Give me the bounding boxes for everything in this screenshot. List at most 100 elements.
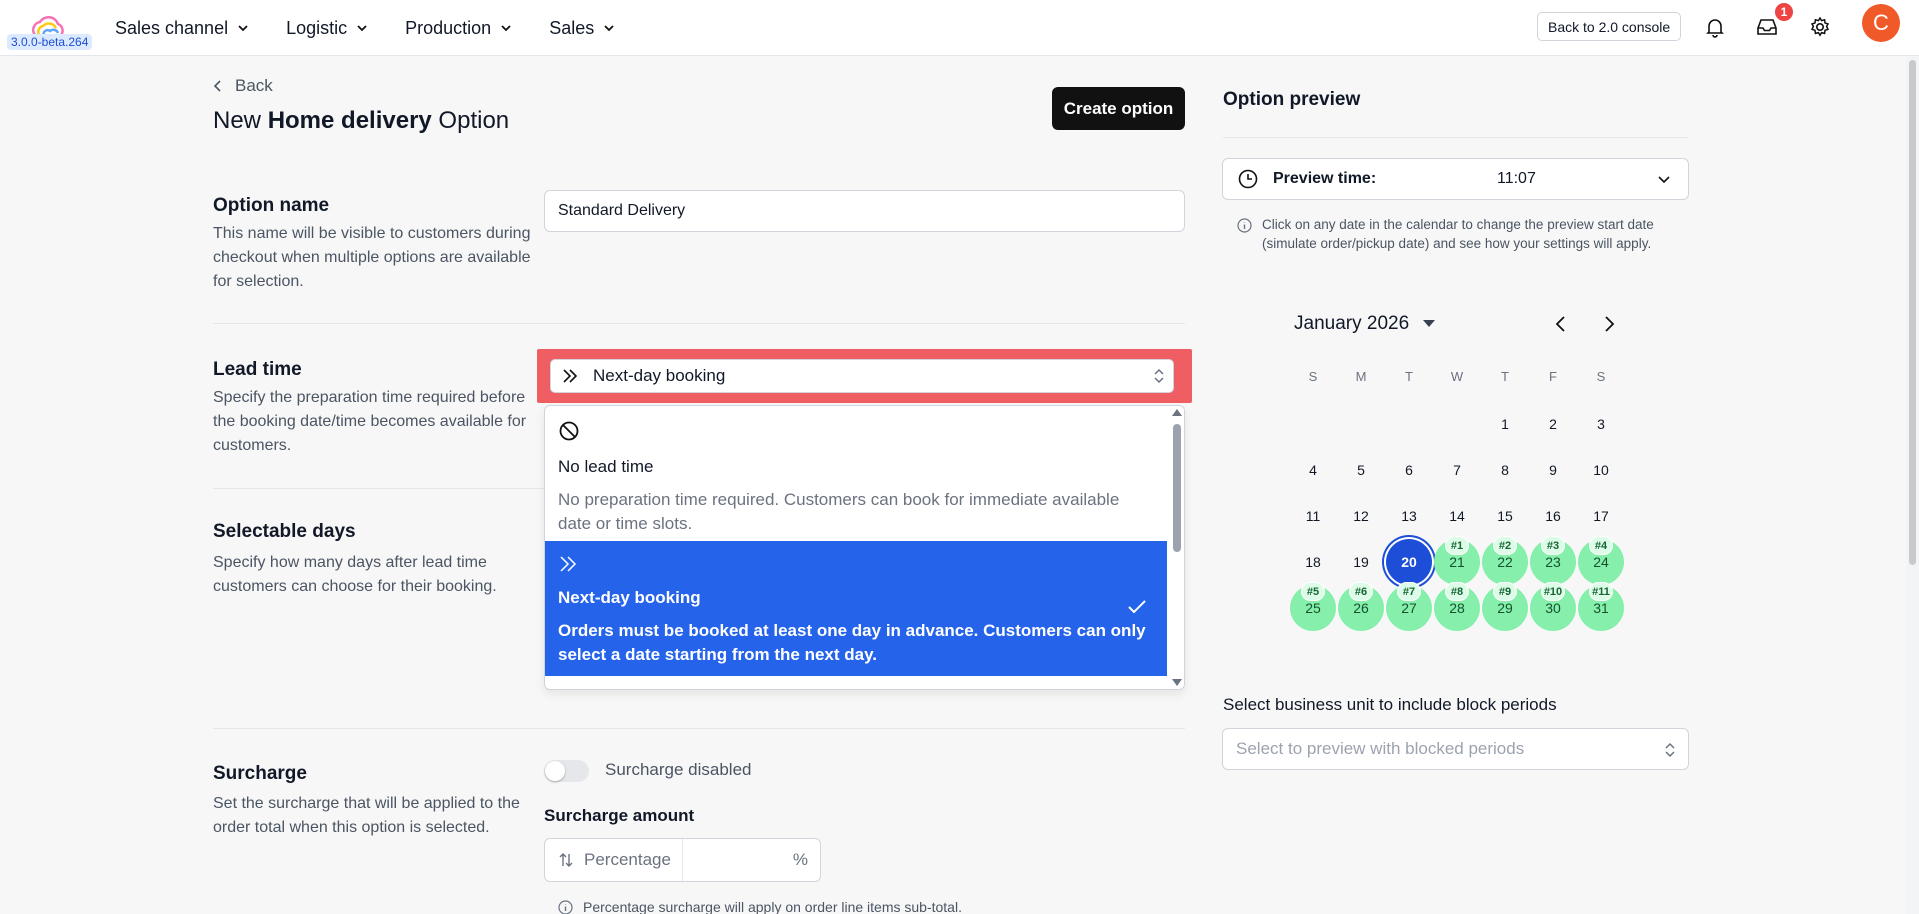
weekday-header: T	[1501, 369, 1509, 384]
page-scrollbar[interactable]	[1906, 56, 1919, 914]
title-suffix: Option	[431, 107, 510, 134]
slot-number-badge: #2	[1493, 536, 1517, 555]
month-select[interactable]: January 2026	[1294, 313, 1436, 335]
nav-sales[interactable]: Sales	[549, 18, 616, 39]
chevron-down-icon	[238, 25, 248, 32]
nav-label: Production	[405, 17, 492, 38]
lead-time-selected-value: Next-day booking	[593, 366, 726, 385]
slot-number-badge: #11	[1589, 582, 1613, 601]
surcharge-type-label: Percentage	[584, 850, 671, 869]
clock-icon	[1238, 169, 1258, 189]
dropdown-scroll-thumb[interactable]	[1173, 424, 1181, 552]
calendar-day[interactable]: 19	[1338, 539, 1384, 585]
calendar-day[interactable]: 20	[1386, 539, 1432, 585]
surcharge-type-select[interactable]: Percentage	[545, 839, 683, 881]
chevron-down-icon	[1658, 176, 1670, 184]
calendar-day[interactable]: 12	[1338, 493, 1384, 539]
calendar-day[interactable]: 17	[1578, 493, 1624, 539]
user-avatar[interactable]: C	[1862, 4, 1900, 42]
chevron-up-down-icon	[1154, 368, 1164, 384]
top-nav: 3.0.0-beta.264 Sales channel Logistic Pr…	[0, 0, 1919, 56]
calendar-day[interactable]: 4	[1290, 447, 1336, 493]
weekday-header: M	[1355, 369, 1367, 384]
weekday-header: S	[1596, 369, 1606, 384]
preview-time-select[interactable]: Preview time: 11:07	[1222, 158, 1689, 200]
bell-icon[interactable]	[1702, 14, 1728, 40]
chevron-up-down-icon	[1665, 742, 1675, 758]
chevron-down-icon	[357, 25, 367, 32]
nav-sales-channel[interactable]: Sales channel	[115, 18, 250, 39]
calendar-day[interactable]: 10	[1578, 447, 1624, 493]
calendar-day[interactable]: 2	[1530, 401, 1576, 447]
surcharge-amount-field: Percentage %	[544, 838, 821, 882]
weekday-header: F	[1549, 369, 1557, 384]
option-description: No preparation time required. Customers …	[558, 490, 1120, 533]
next-month-icon[interactable]	[1601, 315, 1617, 333]
back-to-console-button[interactable]: Back to 2.0 console	[1537, 12, 1682, 41]
inbox-icon[interactable]	[1754, 14, 1780, 40]
calendar-day[interactable]: 7	[1434, 447, 1480, 493]
option-name-description: This name will be visible to customers d…	[213, 225, 531, 290]
info-icon	[1237, 218, 1252, 233]
no-entry-icon	[559, 421, 579, 441]
back-link[interactable]: Back	[213, 76, 273, 96]
nav-label: Logistic	[286, 17, 348, 38]
create-option-button[interactable]: Create option	[1052, 87, 1185, 130]
calendar-day[interactable]: 9	[1530, 447, 1576, 493]
toggle-knob	[545, 761, 565, 781]
surcharge-toggle[interactable]	[544, 760, 589, 782]
slot-number-badge: #3	[1541, 536, 1565, 555]
percent-unit: %	[792, 850, 808, 869]
calendar-day[interactable]: 6	[1386, 447, 1432, 493]
calendar-day[interactable]: 3	[1578, 401, 1624, 447]
nav-label: Sales channel	[115, 17, 229, 38]
lead-time-option-next-day[interactable]: Next-day booking Orders must be booked a…	[545, 541, 1167, 676]
surcharge-info: Percentage surcharge will apply on order…	[558, 899, 962, 914]
scroll-up-arrow-icon	[1172, 409, 1182, 416]
title-bold: Home delivery	[267, 107, 432, 134]
option-name-title: Option name	[213, 195, 330, 216]
calendar-day[interactable]: 15	[1482, 493, 1528, 539]
section-divider	[213, 323, 1185, 324]
calendar-day[interactable]: 16	[1530, 493, 1576, 539]
lead-time-select[interactable]: Next-day booking	[550, 359, 1174, 393]
nav-production[interactable]: Production	[405, 18, 513, 39]
slot-number-badge: #7	[1397, 582, 1421, 601]
chevron-down-icon	[604, 25, 614, 32]
gear-icon[interactable]	[1807, 14, 1833, 40]
lead-time-option-none[interactable]: No lead time No preparation time require…	[545, 406, 1167, 541]
double-chevron-right-icon	[563, 369, 578, 383]
page-title: New Home delivery Option	[213, 107, 509, 135]
option-name-input[interactable]: Standard Delivery	[544, 190, 1185, 232]
slot-number-badge: #4	[1589, 536, 1613, 555]
weekday-header: W	[1450, 369, 1464, 384]
calendar-day[interactable]: 11	[1290, 493, 1336, 539]
chevron-left-icon	[213, 80, 221, 92]
business-unit-label: Select business unit to include block pe…	[1223, 695, 1557, 714]
lead-time-title: Lead time	[213, 359, 302, 380]
preview-info-text: Click on any date in the calendar to cha…	[1262, 217, 1654, 251]
calendar-day[interactable]: 1	[1482, 401, 1528, 447]
nav-logistic[interactable]: Logistic	[286, 18, 369, 39]
business-unit-select[interactable]: Select to preview with blocked periods	[1222, 728, 1689, 770]
calendar-day[interactable]: 14	[1434, 493, 1480, 539]
option-label: Next-day booking	[558, 588, 701, 607]
preview-time-value: 11:07	[1497, 170, 1536, 187]
slot-number-badge: #5	[1301, 582, 1325, 601]
slot-number-badge: #1	[1445, 536, 1469, 555]
surcharge-toggle-label: Surcharge disabled	[605, 760, 752, 779]
preview-divider	[1223, 137, 1688, 138]
calendar-day[interactable]: 13	[1386, 493, 1432, 539]
slot-number-badge: #8	[1445, 582, 1469, 601]
nav-label: Sales	[549, 17, 595, 38]
swap-vertical-icon	[559, 853, 573, 867]
surcharge-amount-label: Surcharge amount	[544, 806, 695, 825]
calendar-day[interactable]: 5	[1338, 447, 1384, 493]
selectable-days-title: Selectable days	[213, 521, 356, 542]
scroll-down-arrow-icon	[1172, 679, 1182, 686]
page-scroll-thumb[interactable]	[1909, 60, 1916, 565]
calendar-day[interactable]: 18	[1290, 539, 1336, 585]
prev-month-icon[interactable]	[1553, 315, 1569, 333]
lead-time-dropdown: No lead time No preparation time require…	[544, 405, 1185, 690]
calendar-day[interactable]: 8	[1482, 447, 1528, 493]
